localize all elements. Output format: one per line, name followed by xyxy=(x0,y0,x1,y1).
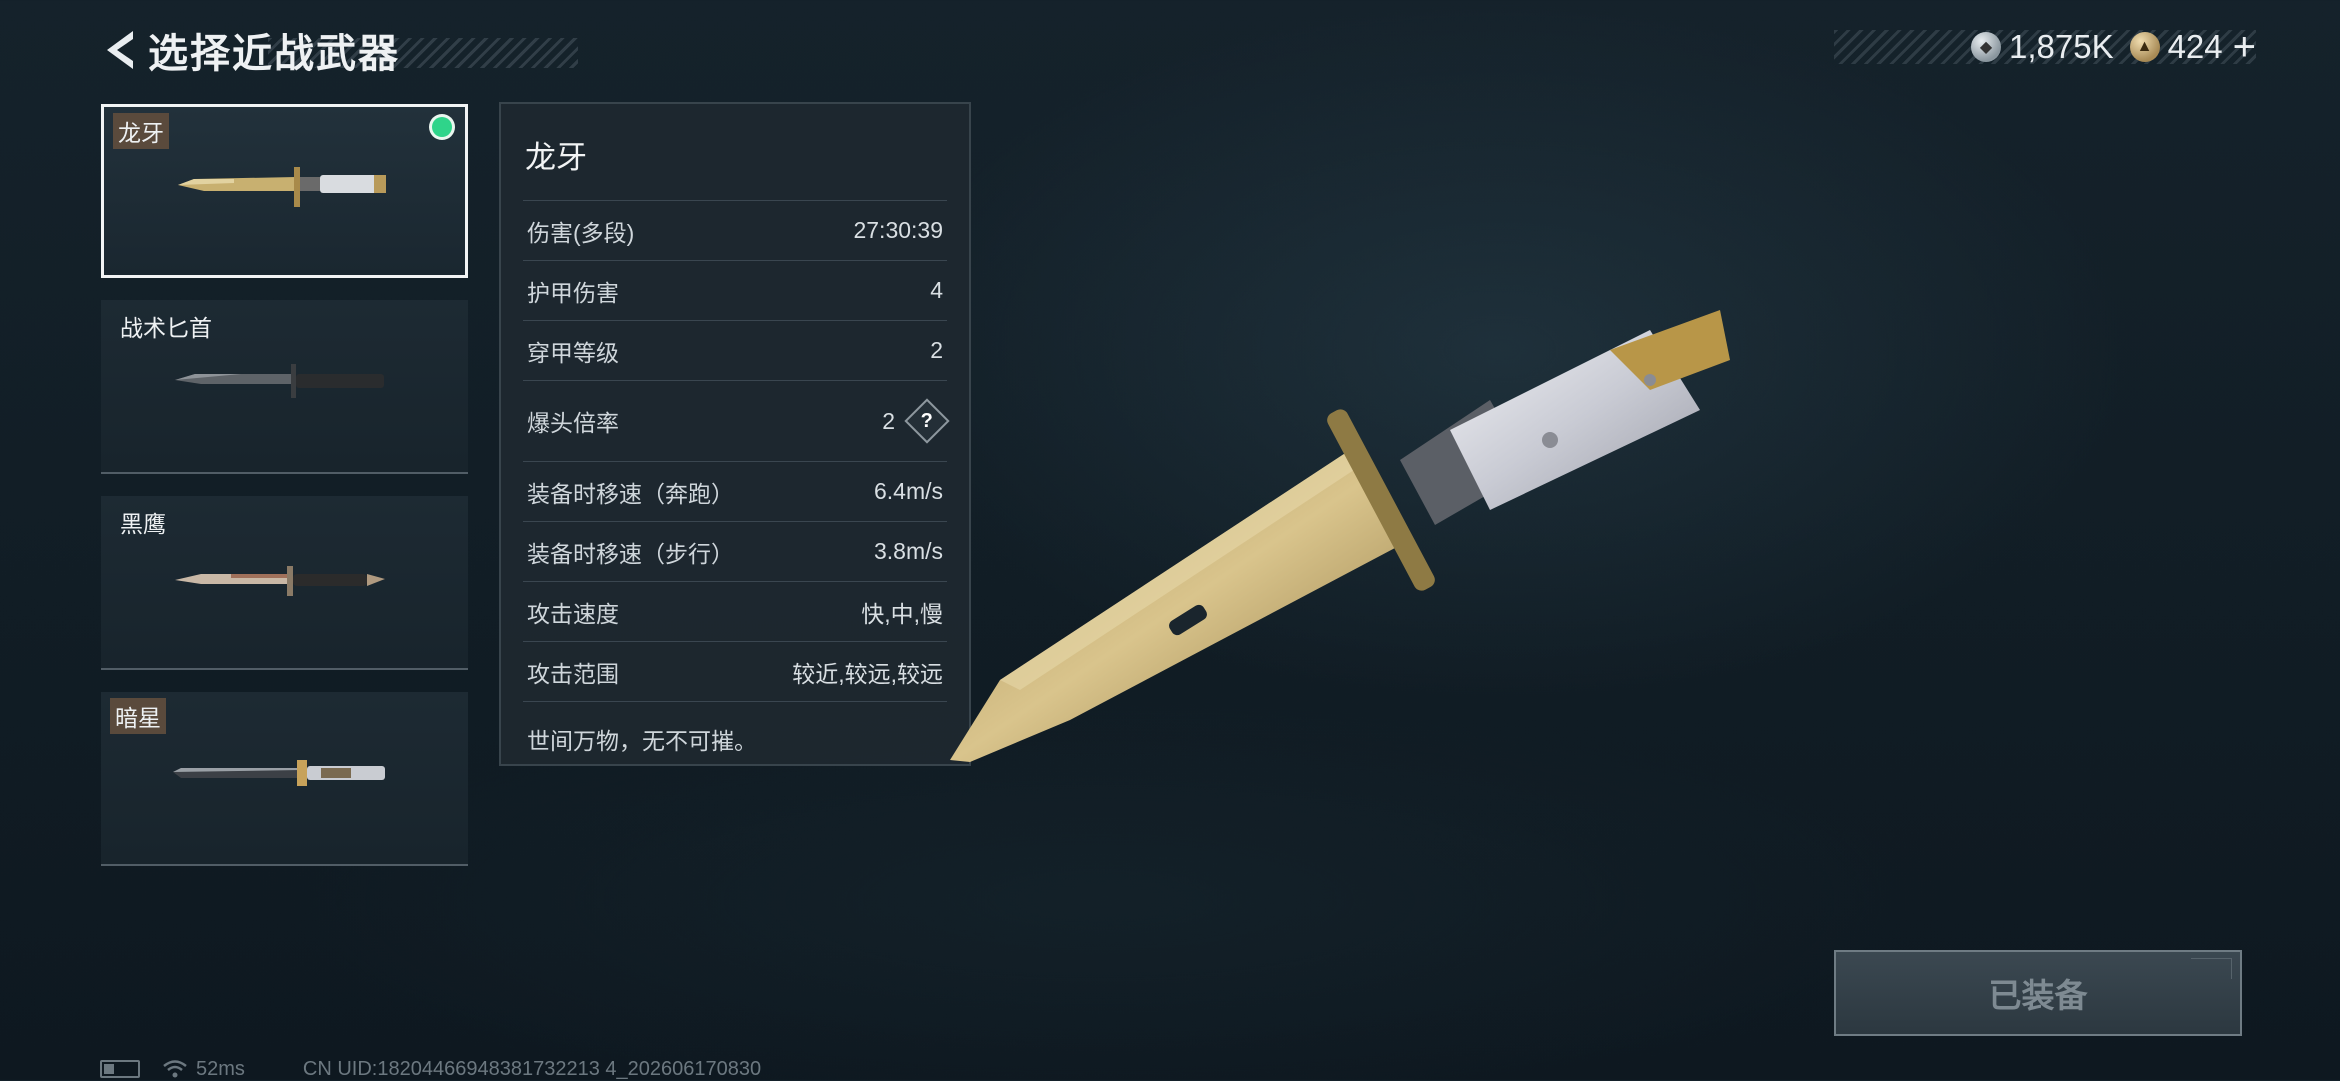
weapon-name: 暗星 xyxy=(110,698,166,734)
stat-label: 伤害(多段) xyxy=(527,219,635,246)
gold-currency[interactable]: ▲ 424 + xyxy=(2129,27,2256,67)
knife-gold-icon xyxy=(178,167,386,207)
currency-bar: ◆ 1,875K ▲ 424 + xyxy=(1834,27,2256,67)
stat-row-run-speed: 装备时移速（奔跑） 6.4m/s xyxy=(523,462,947,522)
weapon-name: 龙牙 xyxy=(113,113,169,149)
silver-coin-icon: ◆ xyxy=(1970,32,2001,62)
stat-value: 27:30:39 xyxy=(853,217,943,243)
knife-steel-icon xyxy=(175,566,385,596)
stat-row-attack-range: 攻击范围 较近,较远,较远 xyxy=(523,642,947,702)
stat-label: 攻击范围 xyxy=(527,660,619,687)
gold-coin-icon: ▲ xyxy=(2129,32,2160,62)
wifi-icon xyxy=(163,1060,187,1078)
stat-label: 装备时移速（奔跑） xyxy=(527,480,734,507)
page-title: 选择近战武器 xyxy=(148,32,400,76)
ping-text: 52ms xyxy=(196,1057,245,1080)
add-gold-button[interactable]: + xyxy=(2233,27,2256,67)
weapon-name: 黑鹰 xyxy=(120,511,166,537)
equipped-label: 已装备 xyxy=(1988,977,2088,1014)
weapon-card-dark-star[interactable]: 暗星 xyxy=(101,692,468,866)
uid-text: CN UID:18204466948381732213 4_2026061708… xyxy=(302,1057,762,1080)
header: 选择近战武器 xyxy=(98,18,578,82)
weapon-name: 战术匕首 xyxy=(120,315,212,341)
stat-row-walk-speed: 装备时移速（步行） 3.8m/s xyxy=(523,522,947,582)
equipped-button[interactable]: 已装备 xyxy=(1834,950,2242,1036)
chevron-left-icon xyxy=(107,31,133,69)
back-button[interactable] xyxy=(98,23,140,77)
stat-row-attack-speed: 攻击速度 快,中,慢 xyxy=(523,582,947,642)
equipped-indicator xyxy=(432,117,452,137)
silver-amount: 1,875K xyxy=(2008,28,2114,65)
weapon-card-black-eagle[interactable]: 黑鹰 xyxy=(101,496,468,670)
title-wrap: 选择近战武器 xyxy=(148,32,578,76)
stat-row-penetration: 穿甲等级 2 xyxy=(523,321,947,381)
stats-panel: 龙牙 伤害(多段) 27:30:39 护甲伤害 4 穿甲等级 2 爆头倍率 2 … xyxy=(499,102,971,766)
stat-label: 护甲伤害 xyxy=(527,279,619,306)
stat-label: 穿甲等级 xyxy=(527,339,619,366)
weapon-card-longya[interactable]: 龙牙 xyxy=(101,104,468,278)
decorative-lines xyxy=(2191,958,2232,979)
battery-icon xyxy=(100,1060,140,1078)
silver-currency: ◆ 1,875K xyxy=(1970,28,2114,66)
gold-amount: 424 xyxy=(2167,28,2223,65)
stat-value: 较近,较远,较远 xyxy=(792,660,943,687)
stat-row-armor-damage: 护甲伤害 4 xyxy=(523,261,947,321)
weapon-list: 龙牙 战术匕首 黑鹰 暗星 xyxy=(101,104,468,888)
weapon-description: 世间万物，无不可摧。 xyxy=(527,728,757,754)
stat-label: 攻击速度 xyxy=(527,600,619,627)
status-footer: 52ms CN UID:18204466948381732213 4_20260… xyxy=(100,1058,761,1080)
weapon-card-tactical-dagger[interactable]: 战术匕首 xyxy=(101,300,468,474)
stat-label: 爆头倍率 xyxy=(527,410,619,436)
stat-label: 装备时移速（步行） xyxy=(527,540,734,567)
knife-3d-preview xyxy=(950,310,1730,762)
knife-black-icon xyxy=(175,364,384,398)
knife-dark-icon xyxy=(173,760,385,786)
stat-row-damage: 伤害(多段) 27:30:39 xyxy=(523,201,947,261)
stat-value: 2 xyxy=(882,407,895,434)
stats-title: 龙牙 xyxy=(523,104,947,201)
stat-row-headshot: 爆头倍率 2 ? xyxy=(523,381,950,462)
